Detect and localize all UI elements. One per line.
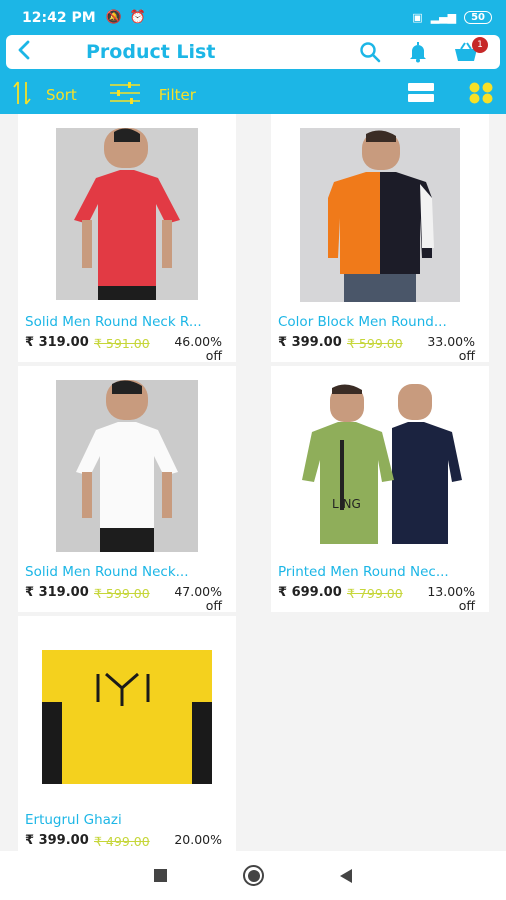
product-image (18, 380, 236, 552)
discount-off-label: off (458, 598, 475, 613)
product-discount: 13.00% off (427, 585, 475, 613)
product-card[interactable]: Solid Men Round Neck... ₹ 319.00 ₹ 599.0… (18, 366, 236, 613)
product-price: ₹ 699.00 (278, 585, 342, 600)
product-mrp: ₹ 799.00 (347, 586, 403, 601)
back-arrow-icon[interactable] (16, 39, 46, 65)
filter-label: Filter (158, 85, 196, 104)
discount-percent: 46.00% (174, 334, 222, 349)
product-discount: 33.00% off (427, 335, 475, 363)
signal-icon: ▂▄▆ (430, 11, 457, 24)
product-card[interactable]: Ertugrul Ghazi ₹ 399.00 ₹ 499.00 20.00% (18, 616, 236, 851)
status-bar: 12:42 PM 🔕 ⏰ ▣ ▂▄▆ 50 (0, 0, 506, 35)
product-price: ₹ 399.00 (25, 833, 89, 848)
sort-filter-bar: Sort Filter (0, 75, 506, 114)
product-grid: Solid Men Round Neck R... ₹ 319.00 ₹ 591… (0, 114, 506, 851)
hd-icon: ▣ (412, 11, 423, 24)
product-mrp: ₹ 599.00 (94, 586, 150, 601)
list-view-icon[interactable] (408, 82, 434, 107)
product-discount: 47.00% off (174, 585, 222, 613)
sort-button[interactable]: Sort (12, 80, 77, 110)
product-discount: 20.00% (174, 833, 222, 847)
product-image (18, 650, 236, 784)
product-card[interactable]: Solid Men Round Neck R... ₹ 319.00 ₹ 591… (18, 114, 236, 363)
app-header: Product List 1 (0, 35, 506, 75)
discount-percent: 20.00% (174, 832, 222, 847)
search-icon[interactable] (346, 41, 394, 63)
product-name: Ertugrul Ghazi (25, 812, 122, 828)
product-mrp: ₹ 599.00 (347, 336, 403, 351)
sliders-icon (109, 81, 141, 109)
back-icon[interactable] (340, 868, 352, 883)
cart-count-badge: 1 (472, 37, 488, 53)
bell-icon[interactable] (394, 41, 442, 63)
product-card[interactable]: L NG Printed Men Round Nec... ₹ 699.00 ₹… (271, 366, 489, 613)
discount-off-label: off (458, 348, 475, 363)
product-image (271, 128, 489, 302)
sort-label: Sort (46, 85, 77, 104)
svg-text:L NG: L NG (332, 497, 361, 511)
product-image (18, 128, 236, 300)
mute-icon: 🔕 (105, 10, 122, 25)
home-icon[interactable] (243, 865, 264, 886)
battery-indicator: 50 (464, 11, 492, 24)
product-price: ₹ 319.00 (25, 335, 89, 350)
product-name: Solid Men Round Neck R... (25, 314, 202, 330)
filter-button[interactable]: Filter (109, 81, 196, 109)
product-image: L NG (271, 380, 489, 552)
product-price: ₹ 319.00 (25, 585, 89, 600)
alarm-icon: ⏰ (129, 10, 147, 25)
product-name: Printed Men Round Nec... (278, 564, 449, 580)
product-card[interactable]: Color Block Men Round... ₹ 399.00 ₹ 599.… (271, 114, 489, 363)
product-name: Solid Men Round Neck... (25, 564, 189, 580)
header-bar: Product List 1 (6, 35, 500, 69)
status-time: 12:42 PM (22, 9, 96, 26)
product-price: ₹ 399.00 (278, 335, 342, 350)
product-name: Color Block Men Round... (278, 314, 447, 330)
discount-off-label: off (205, 348, 222, 363)
discount-percent: 33.00% (427, 334, 475, 349)
discount-percent: 13.00% (427, 584, 475, 599)
recents-icon[interactable] (154, 869, 167, 882)
discount-percent: 47.00% (174, 584, 222, 599)
discount-off-label: off (205, 598, 222, 613)
product-mrp: ₹ 499.00 (94, 834, 150, 849)
sort-arrows-icon (12, 80, 32, 110)
product-discount: 46.00% off (174, 335, 222, 363)
system-nav-bar (0, 851, 506, 900)
page-title: Product List (86, 41, 216, 63)
product-mrp: ₹ 591.00 (94, 336, 150, 351)
grid-view-icon[interactable] (468, 82, 494, 108)
